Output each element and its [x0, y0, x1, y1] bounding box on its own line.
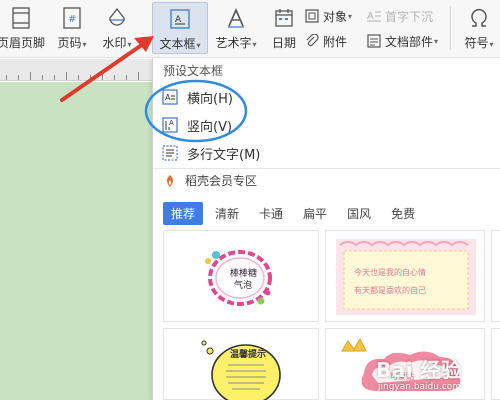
omega-icon [468, 6, 490, 30]
vip-section-header: 稻壳会员专区 [163, 172, 257, 189]
textbox-button[interactable]: A 文本框▾ [152, 2, 208, 54]
horizontal-textbox-label: 横向(H) [187, 91, 233, 107]
ruler-tick [78, 75, 79, 80]
watermark-button[interactable]: 水印▾ [98, 2, 136, 54]
doc-parts-icon [366, 33, 382, 49]
card2-line2: 有天都是喜欢的自己 [354, 285, 426, 295]
pink-note-preview: 今天也是我的自心情 有天都是喜欢的自己 [336, 239, 476, 315]
tab-cartoon[interactable]: 卡通 [251, 202, 291, 225]
ribbon-divider [450, 6, 451, 50]
ruler-tick [102, 72, 103, 80]
multiline-text-label: 多行文字(M) [187, 147, 261, 163]
ruler-tick [114, 75, 115, 80]
symbol-button[interactable]: 符号▾ [458, 2, 500, 54]
tab-free[interactable]: 免费 [383, 202, 423, 225]
drop-cap-button[interactable]: A 首字下沉 [366, 6, 433, 26]
tip-bubble-preview: 温馨提示 [201, 340, 281, 400]
date-button[interactable]: 日期 [268, 2, 300, 54]
tab-recommended[interactable]: 推荐 [163, 202, 204, 225]
template-card-partial[interactable] [491, 230, 500, 322]
chevron-down-icon: ▾ [489, 40, 494, 49]
card3-title: 温馨提示 [230, 348, 266, 360]
watermark-label: 水印 [102, 36, 127, 50]
document-canvas[interactable] [0, 82, 152, 400]
svg-text:A: A [169, 119, 174, 127]
template-card[interactable]: 温馨提示 [163, 328, 319, 400]
ruler-tick [90, 75, 91, 80]
svg-text:#: # [68, 14, 76, 25]
doc-parts-button[interactable]: 文档部件 ▾ [366, 31, 438, 51]
chevron-down-icon: ▾ [252, 40, 257, 49]
ruler-tick [138, 72, 139, 80]
ruler-tick [30, 72, 31, 80]
calendar-icon [273, 6, 295, 30]
page-number-button[interactable]: # 页码▾ [54, 2, 90, 54]
header-footer-icon [10, 6, 32, 30]
object-icon [304, 8, 320, 24]
svg-text:A: A [165, 93, 171, 102]
vertical-textbox-item[interactable]: A 竖向(V) [161, 112, 232, 138]
template-card[interactable]: 今天也是我的自心情 有天都是喜欢的自己 [325, 230, 485, 322]
horizontal-textbox-item[interactable]: A 横向(H) [161, 84, 233, 110]
chevron-down-icon: ▾ [196, 41, 201, 50]
header-footer-button[interactable]: 页眉页脚 [0, 2, 48, 54]
vip-section-title: 稻壳会员专区 [185, 174, 258, 188]
docer-vip-icon [167, 174, 173, 187]
watermark-icon [106, 6, 128, 30]
page-number-label: 页码 [57, 36, 82, 50]
template-card[interactable]: 棒棒糖 气泡 [163, 230, 319, 322]
date-label: 日期 [271, 36, 296, 50]
paperclip-icon [304, 33, 320, 49]
vertical-textbox-icon: A [161, 116, 179, 134]
art-text-icon [225, 6, 247, 30]
template-card-partial[interactable] [491, 328, 500, 400]
card2-line1: 今天也是我的自心情 [354, 267, 426, 277]
art-text-button[interactable]: 艺术字▾ [212, 2, 260, 54]
tab-chinese-style[interactable]: 国风 [339, 202, 379, 225]
object-label: 对象 [323, 9, 348, 24]
tab-fresh[interactable]: 清新 [207, 202, 247, 225]
drop-cap-icon: A [366, 8, 382, 24]
ruler-tick [42, 75, 43, 80]
tab-flat[interactable]: 扁平 [295, 202, 335, 225]
svg-text:A: A [367, 11, 374, 22]
ribbon-toolbar: 页眉页脚 # 页码▾ 水印▾ A 文本框▾ 艺术字▾ 日期 对象 ▾ A 首字下… [0, 0, 500, 58]
card1-line1: 棒棒糖 [230, 267, 257, 279]
art-text-label: 艺术字 [215, 36, 252, 50]
ruler-tick [18, 75, 19, 80]
ruler-tick [126, 75, 127, 80]
textbox-dropdown-menu: 预设文本框 A 横向(H) A 竖向(V) 多行文字(M) 稻壳会员专区 推荐 … [152, 58, 500, 400]
attachment-button[interactable]: 附件 [304, 31, 347, 51]
multiline-text-icon [161, 144, 179, 162]
page-number-icon: # [61, 6, 83, 30]
chevron-down-icon: ▾ [434, 36, 439, 46]
baidu-jingyan-watermark: Bai 经验 [376, 358, 462, 382]
lollipop-bubble-preview: 棒棒糖 气泡 [205, 250, 272, 306]
doc-parts-label: 文档部件 [385, 34, 434, 49]
object-button[interactable]: 对象 ▾ [304, 6, 352, 26]
chevron-down-icon: ▾ [348, 11, 353, 21]
attachment-label: 附件 [323, 34, 348, 49]
ruler-tick [66, 72, 67, 80]
menu-divider [153, 168, 500, 169]
ruler-tick [6, 75, 7, 80]
horizontal-textbox-icon: A [161, 88, 179, 106]
symbol-label: 符号 [464, 36, 489, 50]
card1-line2: 气泡 [234, 279, 252, 291]
vertical-textbox-label: 竖向(V) [187, 119, 233, 135]
drop-cap-label: 首字下沉 [385, 9, 434, 24]
chevron-down-icon: ▾ [82, 40, 87, 49]
watermark-url: jingyan.baidu.com [378, 382, 462, 392]
header-footer-label: 页眉页脚 [0, 36, 45, 50]
template-category-tabs: 推荐 清新 卡通 扁平 国风 免费 [163, 202, 427, 225]
textbox-icon: A [169, 7, 191, 31]
ruler-tick [54, 75, 55, 80]
multiline-text-item[interactable]: 多行文字(M) [161, 140, 260, 166]
chevron-down-icon: ▾ [127, 40, 132, 49]
horizontal-ruler [0, 59, 152, 81]
textbox-label: 文本框 [159, 37, 196, 51]
preset-textbox-title: 预设文本框 [163, 64, 224, 78]
